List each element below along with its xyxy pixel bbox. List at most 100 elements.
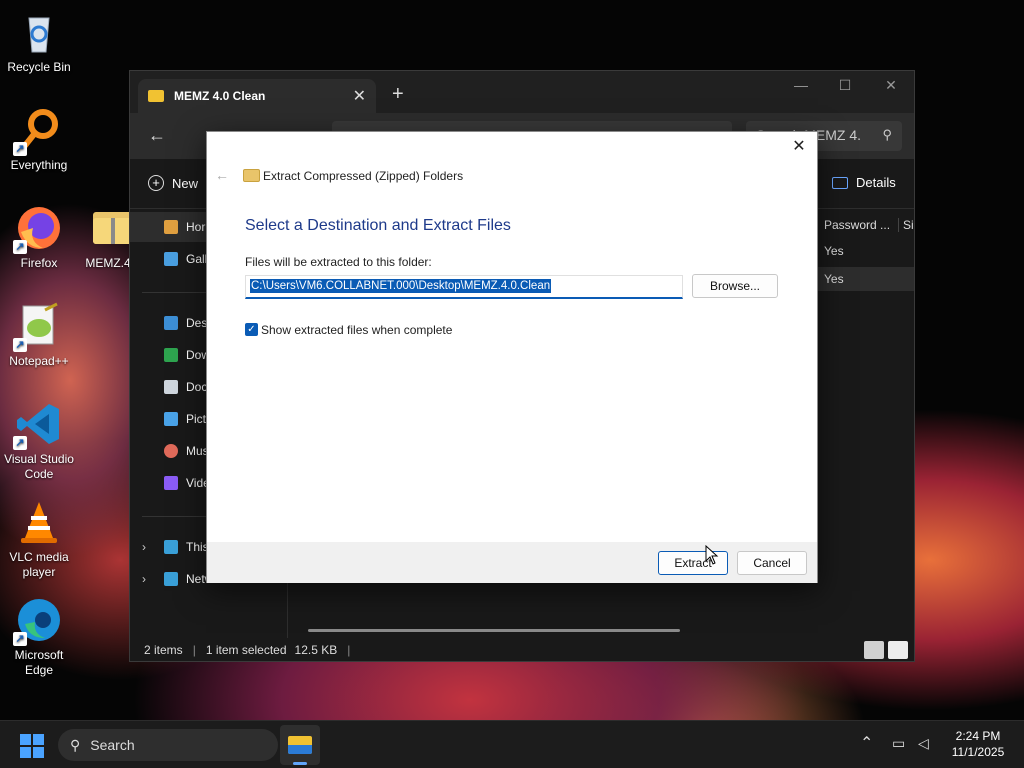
details-view-button[interactable]: [864, 641, 884, 659]
taskbar-file-explorer-button[interactable]: [280, 725, 320, 765]
windows-logo-tile: [20, 734, 31, 745]
start-button[interactable]: [20, 734, 44, 758]
new-tab-button[interactable]: +: [392, 83, 404, 106]
destination-path-value: C:\Users\VM6.COLLABNET.000\Desktop\MEMZ.…: [250, 279, 552, 293]
notepadpp-icon: ↗: [13, 302, 63, 352]
destination-path-input[interactable]: C:\Users\VM6.COLLABNET.000\Desktop\MEMZ.…: [245, 275, 683, 299]
status-selected: 1 item selected: [205, 643, 287, 657]
chevron-right-icon[interactable]: ›: [142, 540, 146, 554]
cell-password-row1: Yes: [824, 244, 844, 258]
minimize-button[interactable]: —: [778, 77, 824, 93]
desktop-icon-label: VLC media player: [9, 550, 69, 579]
chevron-right-icon[interactable]: ›: [142, 572, 146, 586]
status-item-count: 2 items: [144, 643, 183, 657]
network-icon[interactable]: ▭: [892, 735, 905, 752]
desktop-icon-label: Notepad++: [9, 354, 69, 368]
new-button[interactable]: + New: [148, 175, 198, 191]
shortcut-arrow-icon: ↗: [13, 436, 27, 450]
dialog-heading: Select a Destination and Extract Files: [245, 217, 511, 234]
status-size: 12.5 KB: [294, 643, 338, 657]
desktop-icon-firefox[interactable]: ↗ Firefox: [0, 204, 78, 271]
shortcut-arrow-icon: ↗: [13, 142, 27, 156]
vscode-icon: ↗: [13, 400, 63, 450]
computer-icon: [164, 540, 178, 554]
network-icon: [164, 572, 178, 586]
column-header-password[interactable]: Password ...: [824, 218, 890, 232]
desktop-icon-recycle-bin[interactable]: Recycle Bin: [0, 8, 78, 75]
tiles-view-button[interactable]: [888, 641, 908, 659]
shortcut-arrow-icon: ↗: [13, 240, 27, 254]
nav-item-label: Hor: [186, 220, 206, 234]
desktop-icon-label: Everything: [10, 158, 68, 172]
videos-icon: [164, 476, 178, 490]
desktop-icon-label: Visual Studio Code: [4, 452, 74, 481]
dialog-title: Extract Compressed (Zipped) Folders: [263, 169, 464, 183]
destination-label: Files will be extracted to this folder:: [245, 255, 432, 269]
system-clock[interactable]: 2:24 PM 11/1/2025: [940, 728, 1016, 760]
nav-item-label: Pict: [186, 412, 207, 426]
cancel-button[interactable]: Cancel: [737, 551, 807, 575]
desktop-icon-everything[interactable]: ↗ Everything: [0, 106, 78, 173]
gallery-icon: [164, 252, 178, 266]
back-arrow-icon[interactable]: ←: [215, 167, 229, 183]
volume-muted-icon[interactable]: ◁: [918, 735, 929, 752]
shortcut-arrow-icon: ↗: [13, 632, 27, 646]
taskbar: ⚲ Search ⌃ ▭ ◁ 2:24 PM 11/1/2025: [0, 720, 1024, 768]
windows-logo-tile: [20, 747, 31, 758]
new-label: New: [172, 175, 199, 191]
shortcut-arrow-icon: ↗: [13, 338, 27, 352]
tab-memz[interactable]: MEMZ 4.0 Clean ✕: [138, 79, 376, 113]
home-icon: [164, 220, 178, 234]
windows-logo-tile: [33, 747, 44, 758]
desktop-icon-vscode[interactable]: ↗ Visual Studio Code: [0, 400, 78, 482]
desktop-icon-vlc[interactable]: VLC media player: [0, 498, 78, 580]
magnifier-icon: ↗: [13, 106, 63, 156]
back-arrow-icon[interactable]: ←: [148, 125, 166, 146]
show-files-checkbox[interactable]: ✓: [245, 323, 258, 336]
show-hidden-icons-chevron-icon[interactable]: ⌃: [860, 733, 873, 753]
details-button[interactable]: Details: [832, 175, 896, 190]
maximize-button[interactable]: ☐: [822, 77, 868, 94]
desktop-icon-notepadpp[interactable]: ↗ Notepad++: [0, 302, 78, 369]
vlc-icon: [15, 498, 63, 546]
document-icon: [164, 380, 178, 394]
status-separator: |: [192, 643, 196, 657]
desktop-icon-edge[interactable]: ↗ Microsoft Edge: [0, 596, 78, 678]
desktop-icon: [164, 316, 178, 330]
close-window-button[interactable]: ✕: [868, 77, 914, 94]
folder-icon: [148, 90, 164, 102]
show-files-checkbox-label: Show extracted files when complete: [261, 323, 453, 337]
search-icon: ⚲: [70, 736, 81, 753]
desktop-icon-label: Microsoft Edge: [14, 648, 64, 677]
column-header-row: Password ... Si: [818, 210, 916, 240]
plus-circle-icon: +: [148, 175, 164, 191]
desktop-icon-label: Firefox: [20, 256, 58, 270]
horizontal-scrollbar[interactable]: [308, 629, 680, 632]
tab-bar: MEMZ 4.0 Clean ✕ + — ☐ ✕: [130, 71, 914, 113]
close-tab-icon[interactable]: ✕: [353, 86, 366, 106]
active-app-indicator: [293, 762, 307, 765]
nav-item-label: Doc: [186, 380, 208, 394]
windows-logo-tile: [33, 734, 44, 745]
column-header-size[interactable]: Si: [898, 218, 914, 232]
details-label: Details: [856, 175, 896, 190]
search-icon: ⚲: [882, 127, 892, 142]
edge-icon: ↗: [13, 596, 63, 646]
zip-folder-icon: [243, 169, 260, 182]
browse-button[interactable]: Browse...: [692, 274, 778, 298]
tab-title: MEMZ 4.0 Clean: [174, 89, 266, 103]
nav-item-label: Gall: [186, 252, 208, 266]
pictures-icon: [164, 412, 178, 426]
details-pane-icon: [832, 176, 848, 189]
music-icon: [164, 444, 178, 458]
dialog-close-button[interactable]: ✕: [789, 136, 809, 156]
clock-time: 2:24 PM: [955, 729, 1001, 743]
clock-date: 11/1/2025: [951, 745, 1005, 759]
desktop-icon-label: Recycle Bin: [7, 60, 71, 74]
status-bar: 2 items | 1 item selected 12.5 KB |: [130, 638, 914, 662]
taskbar-search-box[interactable]: ⚲ Search: [58, 729, 278, 761]
firefox-icon: ↗: [13, 204, 63, 254]
mouse-cursor-icon: [705, 544, 719, 568]
download-icon: [164, 348, 178, 362]
extract-dialog: ✕ ← Extract Compressed (Zipped) Folders …: [206, 131, 818, 583]
